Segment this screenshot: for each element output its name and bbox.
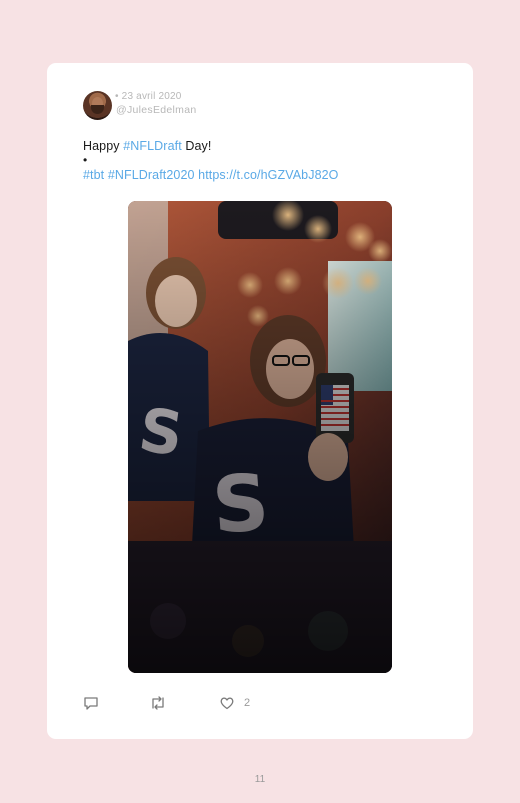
photo-illustration: S S — [128, 201, 392, 673]
retweet-button[interactable] — [149, 694, 167, 712]
hashtag-nfldraft2020[interactable]: #NFLDraft2020 — [108, 168, 195, 182]
tweet-text-line-2: • — [83, 153, 87, 167]
user-handle[interactable]: @JulesEdelman — [116, 104, 197, 116]
page-number: 11 — [254, 774, 266, 785]
like-count: 2 — [244, 697, 251, 709]
tweet-link[interactable]: https://t.co/hGZVAbJ82O — [198, 168, 338, 182]
tweet-text-prefix: Happy — [83, 139, 124, 153]
tweet-photo[interactable]: S S — [128, 201, 392, 673]
tweet-text-line-1: Happy #NFLDraft Day! — [83, 139, 211, 153]
like-button[interactable]: 2 — [219, 694, 250, 712]
heart-icon — [220, 697, 234, 710]
tweet-bullet: • — [83, 153, 88, 167]
tweet-actions: 2 — [83, 694, 283, 714]
retweet-icon — [152, 696, 164, 710]
reply-icon — [84, 697, 98, 710]
avatar[interactable] — [83, 91, 112, 120]
tweet-text-line-3: #tbt #NFLDraft2020 https://t.co/hGZVAbJ8… — [83, 168, 339, 182]
tweet-card: • 23 avril 2020 @JulesEdelman Happy #NFL… — [47, 63, 473, 739]
hashtag-tbt[interactable]: #tbt — [83, 168, 104, 182]
tweet-date: • 23 avril 2020 — [115, 91, 182, 102]
hashtag-nfldraft[interactable]: #NFLDraft — [123, 139, 182, 153]
page: • 23 avril 2020 @JulesEdelman Happy #NFL… — [0, 0, 520, 803]
reply-button[interactable] — [83, 694, 99, 712]
avatar-beard — [91, 105, 104, 114]
tweet-text-suffix: Day! — [181, 139, 212, 153]
